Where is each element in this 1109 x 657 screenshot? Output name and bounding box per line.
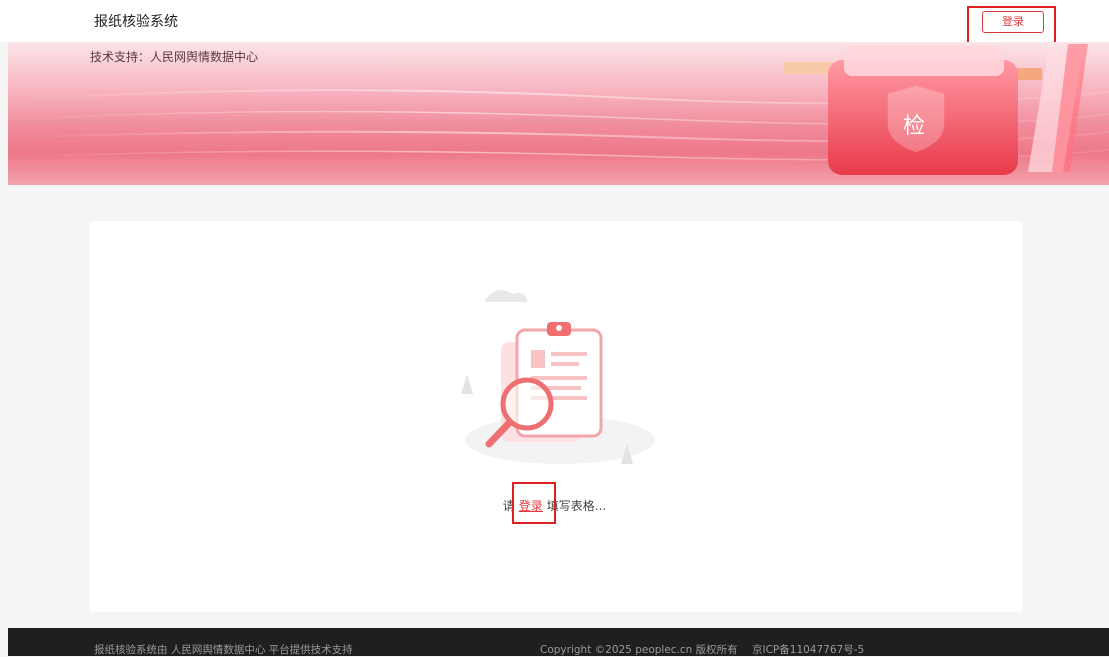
footer-icp-link[interactable]: 京ICP备11047767号-5 (752, 642, 864, 657)
banner: 技术支持：人民网舆情数据中心 检 (8, 42, 1109, 185)
login-link[interactable]: 登录 (519, 499, 543, 513)
login-prompt: 请登录 填写表格... (0, 497, 1109, 514)
cloud-icon (485, 290, 527, 302)
check-icon: 检 (903, 114, 926, 139)
app-title: 报纸核验系统 (94, 14, 178, 30)
prompt-suffix: 填写表格... (546, 499, 607, 513)
top-bar: 报纸核验系统 登录 (0, 0, 1109, 42)
footer: 报纸核验系统由 人民网舆情数据中心 平台提供技术支持 Copyright ©20… (8, 628, 1109, 656)
empty-state-illustration (461, 290, 655, 464)
prompt-prefix: 请 (502, 499, 515, 513)
tech-support-text: 技术支持：人民网舆情数据中心 (90, 50, 259, 64)
footer-support-text: 报纸核验系统由 人民网舆情数据中心 平台提供技术支持 (94, 644, 353, 656)
footer-copyright: Copyright ©2025 peoplec.cn 版权所有 (540, 644, 738, 656)
login-button[interactable]: 登录 (982, 11, 1044, 33)
